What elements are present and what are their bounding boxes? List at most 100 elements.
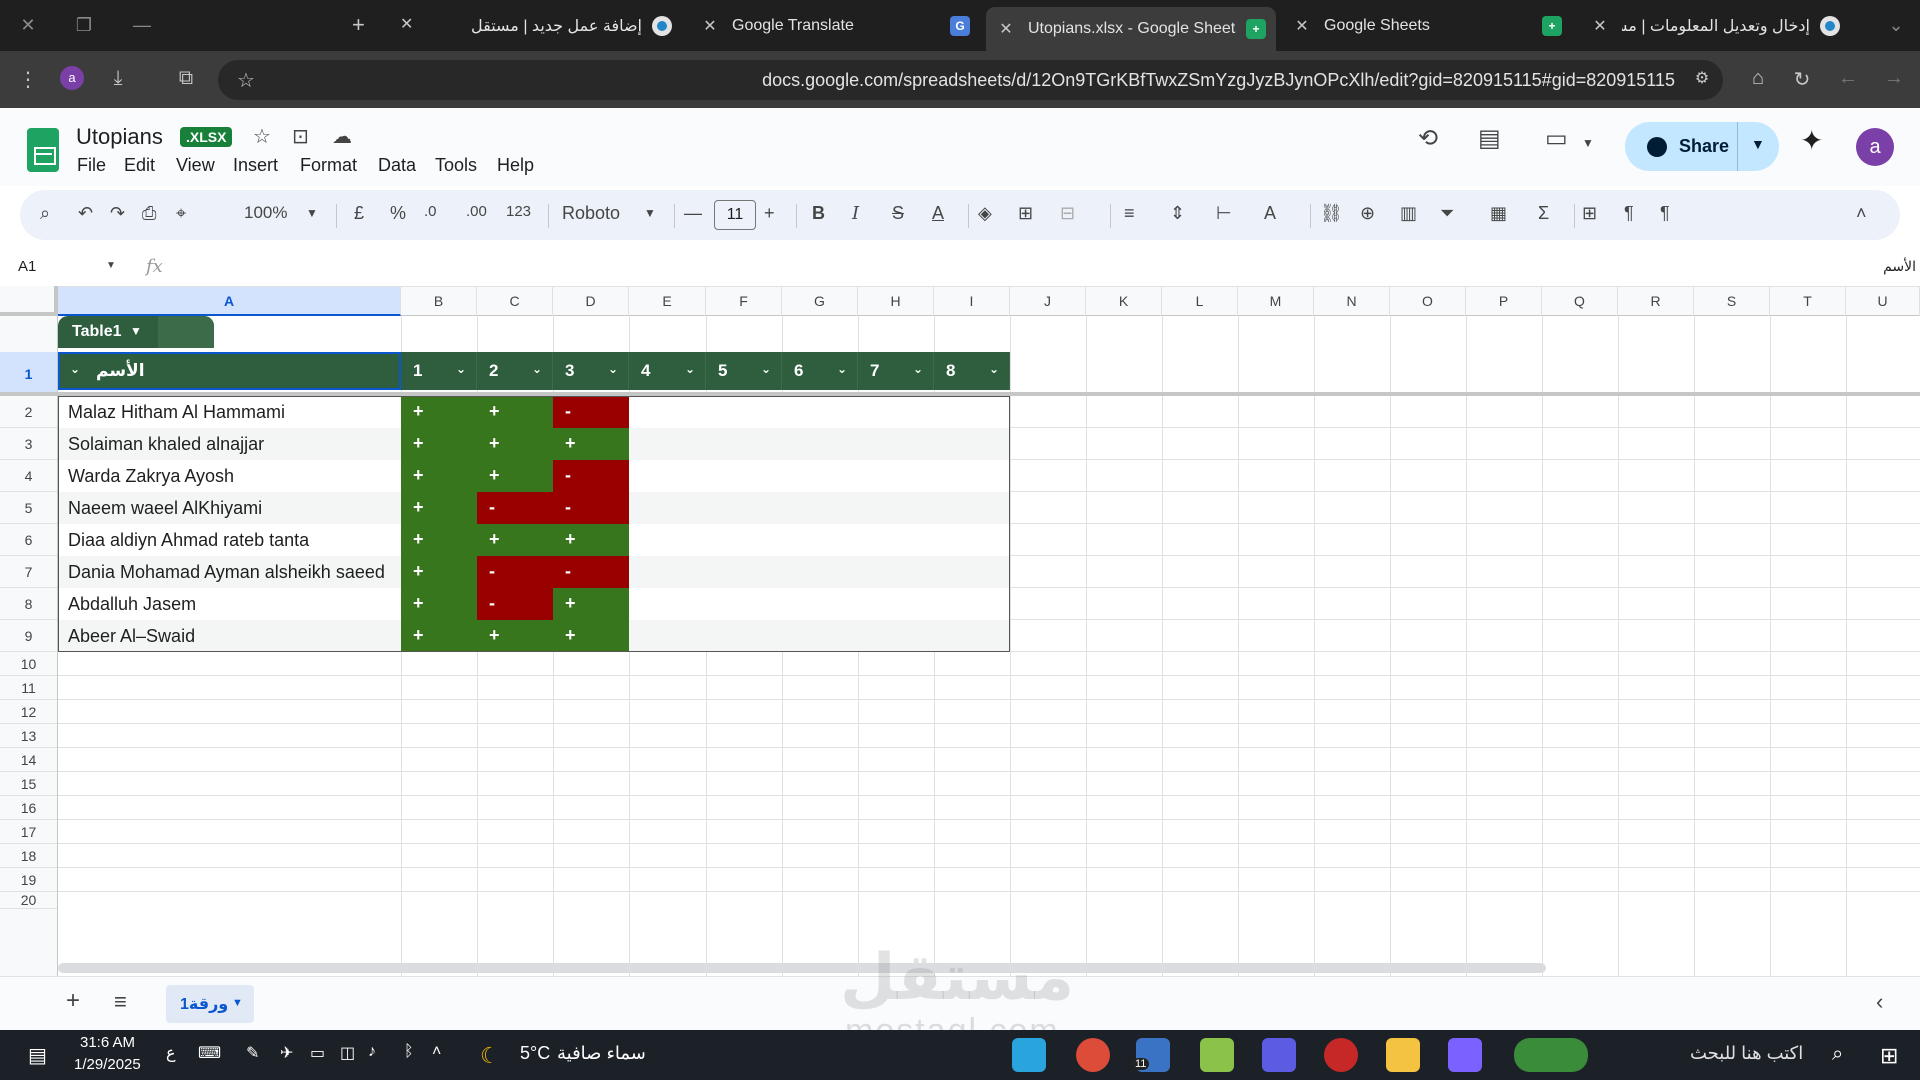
currency-format-button[interactable]: £ [354, 203, 364, 224]
font-size-input[interactable]: 11 [714, 200, 756, 230]
column-header-D[interactable]: D [553, 286, 629, 316]
column-filter-chevron-icon[interactable]: ⌄ [761, 362, 771, 376]
back-icon[interactable]: ← [1834, 67, 1862, 90]
url-text[interactable]: docs.google.com/spreadsheets/d/12On9TGrK… [762, 70, 1675, 91]
chevron-down-icon[interactable]: ▼ [644, 206, 656, 220]
print-icon[interactable]: ⎙ [142, 203, 156, 224]
new-tab-button[interactable]: + [352, 12, 365, 38]
bookmark-star-icon[interactable]: ☆ [232, 68, 260, 93]
strikethrough-button[interactable]: S [892, 203, 904, 224]
bluestacks-icon[interactable] [1200, 1038, 1234, 1072]
text-rotation-icon[interactable]: A [1264, 203, 1276, 224]
column-filter-chevron-icon[interactable]: ⌄ [913, 362, 923, 376]
column-header-N[interactable]: N [1314, 286, 1390, 316]
column-header-M[interactable]: M [1238, 286, 1314, 316]
table-header-cell[interactable]: 7 ⌄ [858, 352, 934, 390]
row-header-11[interactable]: 11 [0, 676, 57, 700]
file-explorer-icon[interactable] [1386, 1038, 1420, 1072]
functions-button[interactable]: Σ [1538, 203, 1549, 224]
column-filter-chevron-icon[interactable]: ⌄ [837, 362, 847, 376]
table-header-cell[interactable]: 5 ⌄ [706, 352, 782, 390]
row-header-14[interactable]: 14 [0, 748, 57, 772]
input-language[interactable]: ع [166, 1043, 176, 1063]
volume-icon[interactable]: ♪ [368, 1043, 376, 1061]
column-filter-chevron-icon[interactable]: ⌄ [532, 362, 542, 376]
close-tab-icon[interactable]: ✕ [700, 16, 720, 36]
insert-comment-icon[interactable]: ⊕ [1360, 203, 1375, 224]
chevron-down-icon[interactable]: ▼ [106, 260, 116, 271]
tab-mostaql-add-work[interactable]: إضافة عمل جديد | مستقل [420, 7, 682, 44]
network-icon[interactable]: ◫ [340, 1043, 355, 1063]
chevron-down-icon[interactable]: ▼ [306, 206, 318, 220]
table-settings-icon[interactable] [158, 316, 214, 348]
column-header-G[interactable]: G [782, 286, 858, 316]
column-header-C[interactable]: C [477, 286, 553, 316]
menu-edit[interactable]: Edit [124, 155, 155, 176]
table-name-chip[interactable]: Table1 ▼ [58, 316, 214, 348]
cloud-status-icon[interactable]: ☁ [332, 124, 352, 149]
ltr-text-icon[interactable]: ¶ [1624, 203, 1634, 224]
column-header-Q[interactable]: Q [1542, 286, 1618, 316]
extensions-icon[interactable]: ⧉ [172, 67, 200, 90]
number-format-button[interactable]: 123 [506, 203, 531, 220]
tab-google-sheets[interactable]: ✕ Google Sheets + [1282, 7, 1572, 44]
column-header-T[interactable]: T [1770, 286, 1846, 316]
column-header-E[interactable]: E [629, 286, 706, 316]
row-header-9[interactable]: 9 [0, 620, 57, 652]
collapse-toolbar-icon[interactable]: ˄ [1856, 203, 1867, 224]
download-icon[interactable]: ⤓ [104, 67, 132, 90]
bluetooth-icon[interactable]: ᛒ [404, 1043, 414, 1061]
browser-menu-icon[interactable]: ⋮ [14, 67, 42, 92]
share-button[interactable]: Share ▼ [1625, 122, 1779, 171]
restore-window-icon[interactable]: ❐ [64, 10, 104, 40]
pen-icon[interactable]: ✎ [246, 1043, 259, 1063]
horizontal-align-icon[interactable]: ≡ [1124, 203, 1135, 224]
star-icon[interactable]: ☆ [253, 124, 271, 149]
tab-search-icon[interactable]: ⌄ [1876, 10, 1916, 40]
keyboard-icon[interactable]: ⌨ [198, 1043, 221, 1063]
row-header-6[interactable]: 6 [0, 524, 57, 556]
tab-google-translate[interactable]: ✕ Google Translate G [690, 7, 980, 44]
row-header-5[interactable]: 5 [0, 492, 57, 524]
close-tab-icon[interactable]: ✕ [1292, 16, 1312, 36]
filter-views-icon[interactable]: ▦ [1490, 203, 1507, 224]
decrease-decimal-button[interactable]: .0 [424, 203, 437, 220]
column-filter-chevron-icon[interactable]: ⌄ [685, 362, 695, 376]
column-header-R[interactable]: R [1618, 286, 1694, 316]
rtl-text-icon[interactable]: ¶ [1660, 203, 1670, 224]
profile-avatar[interactable]: a [60, 66, 84, 90]
forward-icon[interactable]: → [1880, 67, 1908, 90]
search-box[interactable]: اكتب هنا للبحث [1690, 1043, 1803, 1064]
row-header-13[interactable]: 13 [0, 724, 57, 748]
home-icon[interactable]: ⌂ [1744, 67, 1772, 90]
comments-icon[interactable]: ▤ [1478, 124, 1501, 153]
row-header-2[interactable]: 2 [0, 396, 57, 428]
row-header-1[interactable]: 1 [0, 352, 57, 396]
weather-description[interactable]: سماء صافية [557, 1043, 646, 1064]
chrome-icon[interactable] [1076, 1038, 1110, 1072]
sheets-logo-icon[interactable] [27, 128, 59, 172]
column-header-I[interactable]: I [934, 286, 1010, 316]
minimize-window-icon[interactable]: — [122, 10, 162, 40]
decrease-font-size-icon[interactable]: — [684, 203, 702, 224]
table-header-cell[interactable]: 4 ⌄ [629, 352, 706, 390]
table-header-cell[interactable]: 2 ⌄ [477, 352, 553, 390]
text-wrapping-icon[interactable]: ⊢ [1216, 203, 1232, 224]
column-header-U[interactable]: U [1846, 286, 1920, 316]
column-header-F[interactable]: F [706, 286, 782, 316]
increase-font-size-icon[interactable]: + [764, 203, 775, 224]
table-header-cell[interactable]: 1 ⌄ [401, 352, 477, 390]
battery-icon[interactable]: ▭ [310, 1043, 325, 1063]
menu-help[interactable]: Help [497, 155, 534, 176]
clock-date[interactable]: 1/29/2025 [74, 1056, 141, 1073]
menu-data[interactable]: Data [378, 155, 416, 176]
close-window-icon[interactable]: ✕ [8, 10, 48, 40]
tab-utopians-sheets[interactable]: ✕ Utopians.xlsx - Google Sheets + [986, 7, 1276, 51]
column-header-P[interactable]: P [1466, 286, 1542, 316]
redo-icon[interactable]: ↷ [110, 203, 125, 224]
row-header-19[interactable]: 19 [0, 868, 57, 892]
italic-button[interactable]: I [852, 203, 859, 224]
all-sheets-icon[interactable]: ≡ [114, 989, 127, 1015]
sheet-tab-active[interactable]: ورقة1 ▼ [166, 985, 254, 1023]
move-folder-icon[interactable]: ⊡ [292, 124, 309, 149]
